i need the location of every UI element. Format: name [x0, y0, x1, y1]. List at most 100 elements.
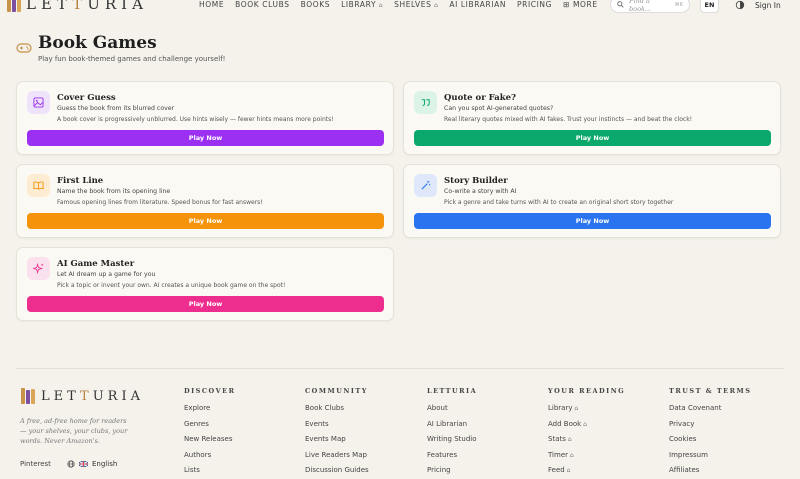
- game-subtitle: Co-write a story with AI: [444, 188, 517, 195]
- language-button[interactable]: EN: [700, 0, 719, 13]
- footer-link[interactable]: Stats ⌂: [548, 435, 625, 443]
- play-now-button[interactable]: Play Now: [27, 130, 384, 146]
- footer-link[interactable]: Features: [427, 451, 477, 459]
- main-nav: HOME BOOK CLUBS BOOKS LIBRARY ⌂ SHELVES ⌂ AI …: [199, 0, 598, 9]
- footer-link[interactable]: Live Readers Map: [305, 451, 369, 459]
- search-shortcut: ⌘K: [674, 1, 683, 8]
- footer-link[interactable]: Cookies: [669, 435, 751, 443]
- footer-link-label: Discussion Guides: [305, 466, 369, 474]
- footer-link[interactable]: Events Map: [305, 435, 369, 443]
- footer-link-label: Lists: [184, 466, 200, 474]
- nav-item-more[interactable]: ⊞ MORE: [563, 0, 598, 9]
- game-card-cover-guess: Cover Guess Guess the book from its blur…: [16, 81, 394, 155]
- footer-link[interactable]: Discussion Guides: [305, 466, 369, 474]
- nav-item-pricing[interactable]: PRICING: [517, 0, 552, 9]
- play-now-button[interactable]: Play Now: [27, 213, 384, 229]
- top-header: LETTURIA HOME BOOK CLUBS BOOKS LIBRARY ⌂ SHE…: [0, 0, 800, 17]
- footer-link[interactable]: Pricing: [427, 466, 477, 474]
- page-subtitle: Play fun book-themed games and challenge…: [38, 55, 226, 63]
- footer-link[interactable]: Affiliates: [669, 466, 751, 474]
- search-box[interactable]: Find a book... ⌘K: [610, 0, 690, 13]
- game-description: Pick a genre and take turns with AI to c…: [444, 199, 674, 206]
- play-now-button[interactable]: Play Now: [27, 296, 384, 312]
- footer-link-label: Book Clubs: [305, 404, 345, 412]
- footer-link[interactable]: Privacy: [669, 420, 751, 428]
- site-logo[interactable]: LETTURIA: [6, 0, 148, 14]
- game-title: Cover Guess: [57, 93, 116, 103]
- game-subtitle: Let AI dream up a game for you: [57, 271, 156, 278]
- sparkles-icon: [33, 263, 44, 274]
- nav-item-shelves[interactable]: SHELVES ⌂: [394, 0, 438, 9]
- sign-in-link[interactable]: Sign In: [755, 1, 781, 10]
- footer-link[interactable]: Events: [305, 420, 369, 428]
- pinterest-link[interactable]: Pinterest: [20, 460, 51, 468]
- play-now-button[interactable]: Play Now: [414, 130, 771, 146]
- game-card-ai-game-master: AI Game Master Let AI dream up a game fo…: [16, 247, 394, 321]
- lock-icon: ⌂: [581, 420, 587, 428]
- game-title: Story Builder: [444, 176, 508, 186]
- footer-link[interactable]: Library ⌂: [548, 404, 625, 412]
- footer-link[interactable]: Genres: [184, 420, 236, 428]
- game-subtitle: Name the book from its opening line: [57, 188, 171, 195]
- footer-link[interactable]: AI Librarian: [427, 420, 477, 428]
- footer-link[interactable]: Writing Studio: [427, 435, 477, 443]
- quote-icon: [421, 99, 430, 107]
- game-icon-box: [27, 174, 50, 197]
- footer-link-label: AI Librarian: [427, 419, 468, 428]
- game-description: Real literary quotes mixed with AI fakes…: [444, 116, 693, 123]
- footer-column-community: COMMUNITY Book Clubs Events Events Map Live …: [305, 387, 369, 479]
- footer-link[interactable]: Timer ⌂: [548, 451, 625, 459]
- footer-link-label: About: [427, 404, 448, 412]
- footer-language-select[interactable]: English: [67, 460, 117, 468]
- footer-tagline: A free, ad-free home for readers — your …: [20, 417, 128, 445]
- footer-link-label: Features: [427, 450, 458, 459]
- play-now-button[interactable]: Play Now: [414, 213, 771, 229]
- lock-icon: ⌂: [568, 451, 574, 459]
- footer-link[interactable]: Book Clubs: [305, 404, 369, 412]
- footer-column-letturia: LETTURIA About AI Librarian Writing Studio F…: [427, 387, 477, 479]
- footer-link-label: Explore: [184, 404, 211, 412]
- footer-link[interactable]: Feed ⌂: [548, 466, 625, 474]
- logo-books-icon: [20, 386, 36, 406]
- game-title: First Line: [57, 176, 104, 186]
- nav-item-library[interactable]: LIBRARY ⌂: [341, 0, 383, 9]
- search-input[interactable]: Find a book...: [629, 0, 670, 13]
- lock-icon: ⌂: [431, 2, 439, 9]
- footer-link[interactable]: Explore: [184, 404, 236, 412]
- game-icon-box: [27, 91, 50, 114]
- footer-divider: [16, 368, 784, 369]
- image-icon: [33, 97, 44, 108]
- footer-link[interactable]: Data Covenant: [669, 404, 751, 412]
- footer-link[interactable]: Impressum: [669, 451, 751, 459]
- footer-link-label: Timer: [548, 450, 569, 459]
- footer-link[interactable]: New Releases: [184, 435, 236, 443]
- logo-wordmark: LETTURIA: [26, 0, 148, 13]
- game-card-quote-or-fake: Quote or Fake? Can you spot AI-generated…: [403, 81, 781, 155]
- footer-logo[interactable]: LETTURIA: [20, 386, 144, 406]
- game-subtitle: Can you spot AI-generated quotes?: [444, 105, 554, 112]
- gamepad-icon: [16, 43, 32, 53]
- nav-item-home[interactable]: HOME: [199, 0, 224, 9]
- footer-link-label: New Releases: [184, 435, 233, 443]
- nav-item-book-clubs[interactable]: BOOK CLUBS: [235, 0, 289, 9]
- footer-link-label: Data Covenant: [669, 404, 722, 412]
- nav-item-books[interactable]: BOOKS: [301, 0, 331, 9]
- lock-icon: ⌂: [565, 436, 572, 443]
- search-icon: [617, 1, 624, 8]
- footer-link[interactable]: About: [427, 404, 477, 412]
- nav-item-ai-librarian[interactable]: AI LIBRARIAN: [449, 0, 506, 9]
- footer-link-label: Pricing: [427, 466, 451, 474]
- footer-link-label: Impressum: [669, 450, 708, 459]
- footer-link-label: Events: [305, 419, 329, 428]
- logo-books-icon: [6, 0, 22, 14]
- footer-link[interactable]: Lists: [184, 466, 236, 474]
- footer-column-heading: DISCOVER: [184, 387, 236, 395]
- wand-icon: [421, 180, 431, 190]
- game-subtitle: Guess the book from its blurred cover: [57, 105, 175, 112]
- nav-item-label: LIBRARY: [341, 0, 377, 9]
- footer-link[interactable]: Add Book ⌂: [548, 420, 625, 428]
- theme-toggle-icon[interactable]: [735, 0, 745, 10]
- nav-item-label: PRICING: [517, 0, 553, 9]
- footer-link[interactable]: Authors: [184, 451, 236, 459]
- game-icon-box: [414, 174, 437, 197]
